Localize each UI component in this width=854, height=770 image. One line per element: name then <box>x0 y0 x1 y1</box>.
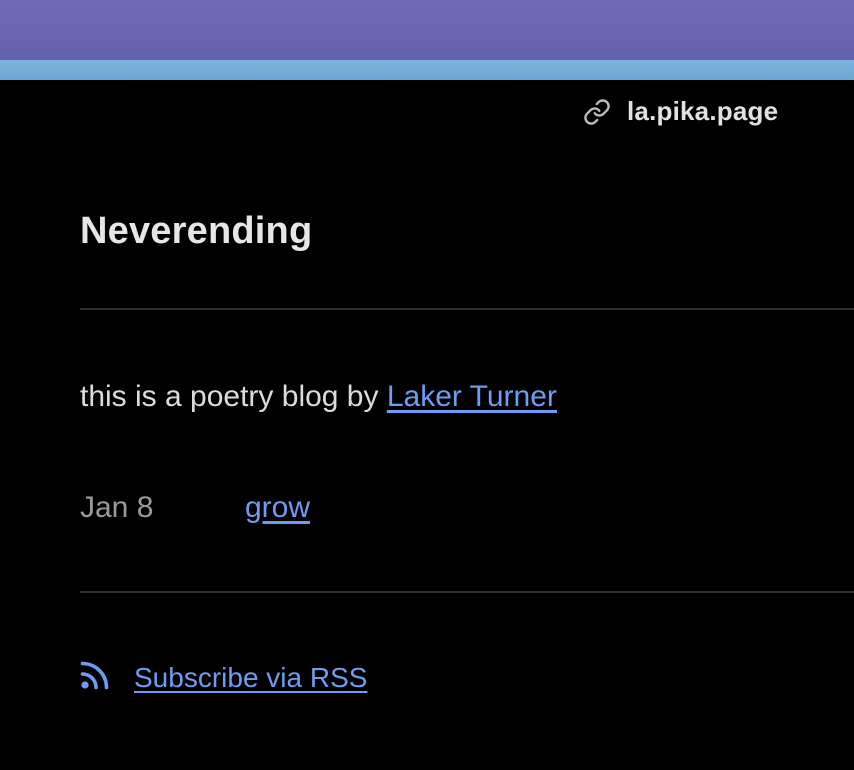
site-domain-link[interactable]: la.pika.page <box>583 96 778 127</box>
site-domain-label: la.pika.page <box>627 96 779 126</box>
rss-subscribe-link[interactable]: Subscribe via RSS <box>134 662 367 694</box>
post-list-item: Jan 8 grow <box>80 488 310 528</box>
rss-icon <box>80 660 110 695</box>
browser-accent-strip <box>0 60 854 80</box>
post-date: Jan 8 <box>80 491 154 524</box>
divider <box>80 591 854 593</box>
blog-description: this is a poetry blog by Laker Turner <box>80 380 557 414</box>
browser-top-band <box>0 0 854 60</box>
post-title-link[interactable]: grow <box>245 491 310 525</box>
link-icon <box>583 98 611 126</box>
rss-subscribe: Subscribe via RSS <box>80 660 367 695</box>
divider <box>80 308 854 310</box>
author-link[interactable]: Laker Turner <box>387 380 557 413</box>
page-title: Neverending <box>80 210 313 252</box>
blog-description-text: this is a poetry blog by <box>80 380 387 413</box>
